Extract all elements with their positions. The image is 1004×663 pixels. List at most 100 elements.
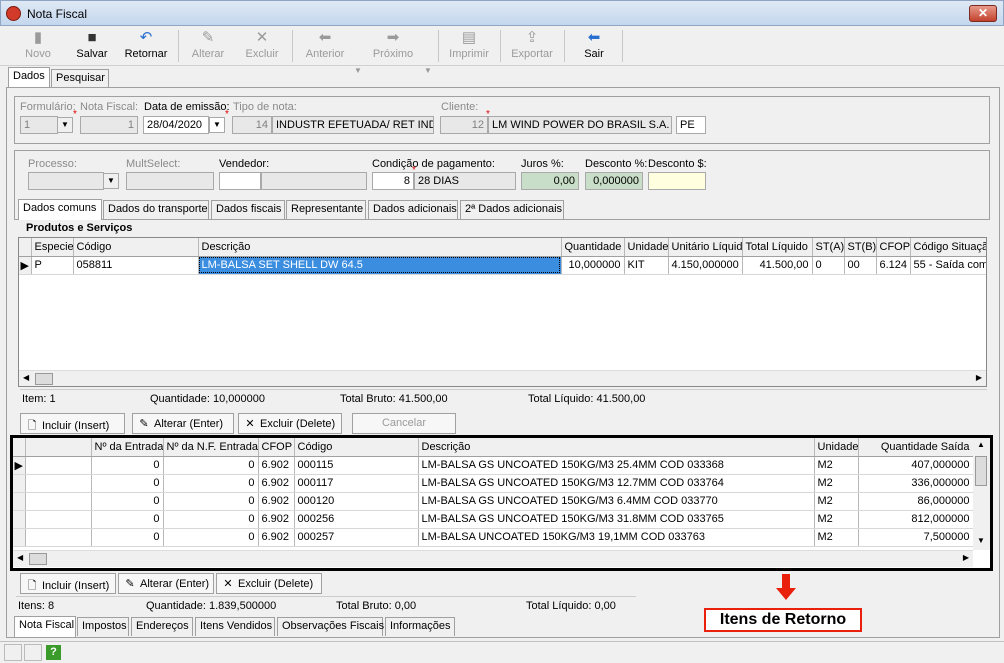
table-row[interactable]: 0 0 6.902 000256 LM-BALSA GS UNCOATED 150KG/…: [13, 510, 974, 529]
nota-fiscal-field[interactable]: 1: [80, 116, 138, 134]
col-header[interactable]: Especie: [31, 238, 74, 257]
col-header[interactable]: ST(B): [844, 238, 877, 257]
chevron-down-icon[interactable]: ▼: [103, 173, 119, 189]
table-row[interactable]: 0 0 6.902 000120 LM-BALSA GS UNCOATED 150KG/…: [13, 492, 974, 511]
edit-icon: ✎: [125, 578, 135, 590]
cliente-label: Cliente:: [441, 101, 479, 113]
col-header[interactable]: Unidade: [624, 238, 669, 257]
tab-impostos[interactable]: Impostos: [77, 617, 129, 636]
tab-dados[interactable]: Dados: [8, 67, 50, 88]
col-header[interactable]: Quantidade: [561, 238, 625, 257]
col-header[interactable]: Código: [73, 238, 199, 257]
tipo-nota-desc[interactable]: INDUSTR EFETUADA/ RET IND: [272, 116, 434, 134]
produtos-grid[interactable]: Especie Código Descrição Quantidade Unid…: [18, 237, 987, 387]
scroll-left-icon[interactable]: ◀: [23, 373, 29, 382]
close-button[interactable]: ✕: [969, 5, 997, 22]
proximo-button[interactable]: ➡ Próximo: [368, 28, 418, 64]
col-header[interactable]: Código: [294, 438, 419, 457]
vendedor-code[interactable]: [219, 172, 261, 190]
retorno-vscrollbar[interactable]: ▲ ▼: [973, 438, 990, 550]
col-header[interactable]: Descrição: [198, 238, 562, 257]
incluir-retorno-button[interactable]: 🗋 Incluir (Insert): [20, 573, 116, 594]
col-header[interactable]: Nº da N.F. Entrada: [163, 438, 259, 457]
formulario-select[interactable]: 1: [20, 116, 58, 134]
col-header[interactable]: [25, 438, 92, 457]
multselect-field[interactable]: [126, 172, 214, 190]
anterior-button[interactable]: ⬅ Anterior: [300, 28, 350, 64]
condicao-desc[interactable]: 28 DIAS: [414, 172, 516, 190]
tab-observacoes-fiscais[interactable]: Observações Fiscais: [277, 617, 384, 636]
table-row[interactable]: 0 0 6.902 000257 LM-BALSA UNCOATED 150KG/M3 …: [13, 528, 974, 547]
tab-2-dados-adicionais[interactable]: 2ª Dados adicionais: [460, 200, 564, 219]
new-page-icon: 🗋: [27, 580, 37, 592]
sair-button[interactable]: ⬅ Sair: [574, 28, 614, 64]
produtos-quantidade: Quantidade: 10,000000: [150, 393, 265, 405]
tab-pesquisar[interactable]: Pesquisar: [51, 69, 109, 88]
tab-dados-comuns[interactable]: Dados comuns: [18, 199, 102, 220]
condicao-code[interactable]: 8: [372, 172, 414, 190]
table-row[interactable]: ▶ 0 0 6.902 000115 LM-BALSA GS UNCOATED 150KG…: [13, 456, 974, 475]
tab-itens-vendidos[interactable]: Itens Vendidos: [195, 617, 275, 636]
col-header[interactable]: ST(A): [812, 238, 845, 257]
itens-retorno-annotation: Itens de Retorno: [704, 608, 862, 632]
col-header[interactable]: Unidade: [814, 438, 859, 457]
undo-icon: ↶: [139, 29, 153, 46]
alterar-item-button[interactable]: ✎ Alterar (Enter): [132, 413, 234, 434]
scroll-down-icon[interactable]: ▼: [977, 536, 985, 545]
tab-enderecos[interactable]: Endereços: [131, 617, 193, 636]
incluir-button[interactable]: 🗋 Incluir (Insert): [20, 413, 125, 434]
desconto-val-field[interactable]: [648, 172, 706, 190]
scroll-right-icon[interactable]: ▶: [976, 373, 982, 382]
retorno-total-liquido: Total Líquido: 0,00: [526, 600, 616, 612]
cancelar-button[interactable]: Cancelar: [352, 413, 456, 434]
processo-select[interactable]: [28, 172, 104, 190]
excluir-item-button[interactable]: ✕ Excluir (Delete): [238, 413, 342, 434]
cliente-uf[interactable]: PE: [676, 116, 706, 134]
cliente-code[interactable]: 12: [440, 116, 488, 134]
retorno-quantidade: Quantidade: 1.839,500000: [146, 600, 277, 612]
retorno-grid[interactable]: Nº da Entrada Nº da N.F. Entrada CFOP Có…: [13, 438, 990, 568]
exportar-button[interactable]: ⇪ Exportar: [508, 28, 556, 64]
col-header[interactable]: Código Situação: [910, 238, 986, 257]
anterior-dropdown-icon[interactable]: ▼: [354, 66, 362, 75]
produtos-hscrollbar[interactable]: ◀ ▶: [19, 370, 986, 386]
col-header[interactable]: Total Líquido: [742, 238, 813, 257]
desconto-pct-field[interactable]: 0,000000: [585, 172, 643, 190]
excluir-retorno-button[interactable]: ✕ Excluir (Delete): [216, 573, 322, 594]
retorno-hscrollbar[interactable]: ◀ ▶: [13, 550, 973, 567]
tab-nota-fiscal[interactable]: Nota Fiscal: [14, 616, 76, 637]
scroll-up-icon[interactable]: ▲: [977, 440, 985, 449]
col-header[interactable]: Unitário Líquido: [668, 238, 743, 257]
table-row[interactable]: ▶ P 058811 LM-BALSA SET SHELL DW 64.5 10…: [19, 256, 986, 275]
table-row[interactable]: 0 0 6.902 000117 LM-BALSA GS UNCOATED 150KG/…: [13, 474, 974, 493]
data-emissao-field[interactable]: 28/04/2020: [143, 116, 209, 134]
help-icon[interactable]: ?: [46, 645, 61, 660]
chevron-down-icon[interactable]: ▼: [57, 117, 73, 133]
col-header[interactable]: Quantidade Saída: [858, 438, 974, 457]
tab-dados-transporte[interactable]: Dados do transporte: [103, 200, 209, 219]
scroll-right-icon[interactable]: ▶: [963, 553, 969, 562]
tab-informacoes[interactable]: Informações: [385, 617, 455, 636]
cliente-name[interactable]: LM WIND POWER DO BRASIL S.A.: [488, 116, 672, 134]
imprimir-button[interactable]: ▤ Imprimir: [446, 28, 492, 64]
vendedor-name[interactable]: [261, 172, 367, 190]
tab-representante[interactable]: Representante: [286, 200, 366, 219]
col-header[interactable]: CFOP: [876, 238, 911, 257]
novo-button[interactable]: ▮ Novo: [18, 28, 58, 64]
calendar-dropdown-icon[interactable]: ▼: [209, 117, 225, 133]
juros-field[interactable]: 0,00: [521, 172, 579, 190]
excluir-button[interactable]: ✕ Excluir: [240, 28, 284, 64]
alterar-retorno-button[interactable]: ✎ Alterar (Enter): [118, 573, 214, 594]
tipo-nota-code[interactable]: 14: [232, 116, 272, 134]
col-header[interactable]: CFOP: [258, 438, 295, 457]
produtos-total-liquido: Total Líquido: 41.500,00: [528, 393, 646, 405]
tab-dados-adicionais[interactable]: Dados adicionais: [368, 200, 458, 219]
col-header[interactable]: Nº da Entrada: [91, 438, 164, 457]
col-header[interactable]: Descrição: [418, 438, 815, 457]
salvar-button[interactable]: ■ Salvar: [72, 28, 112, 64]
scroll-left-icon[interactable]: ◀: [17, 553, 23, 562]
retornar-button[interactable]: ↶ Retornar: [122, 28, 170, 64]
alterar-button[interactable]: ✎ Alterar: [186, 28, 230, 64]
proximo-dropdown-icon[interactable]: ▼: [424, 66, 432, 75]
tab-dados-fiscais[interactable]: Dados fiscais: [211, 200, 285, 219]
